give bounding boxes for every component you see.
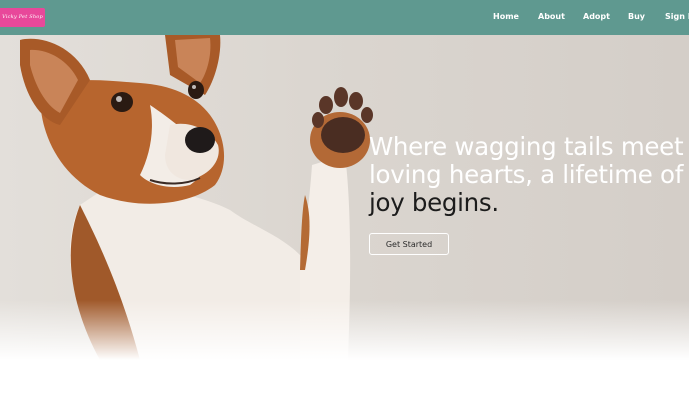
nav-signin-link[interactable]: Sign In: [665, 12, 689, 21]
headline-light-text: Where wagging tails meet loving hearts, …: [369, 132, 684, 189]
navbar: Vicky Pet Shop Home About Adopt Buy Sign…: [0, 0, 689, 35]
hero-section: Where wagging tails meet loving hearts, …: [0, 35, 689, 360]
hero-headline: Where wagging tails meet loving hearts, …: [369, 133, 689, 217]
headline-dark-text: joy begins.: [369, 188, 499, 217]
nav-about-link[interactable]: About: [538, 12, 565, 21]
nav-adopt-link[interactable]: Adopt: [583, 12, 610, 21]
nav-home-link[interactable]: Home: [493, 12, 519, 21]
brand-logo[interactable]: Vicky Pet Shop: [0, 8, 45, 27]
nav-buy-link[interactable]: Buy: [628, 12, 645, 21]
hero-bottom-fade: [0, 300, 689, 360]
get-started-button[interactable]: Get Started: [369, 233, 449, 255]
